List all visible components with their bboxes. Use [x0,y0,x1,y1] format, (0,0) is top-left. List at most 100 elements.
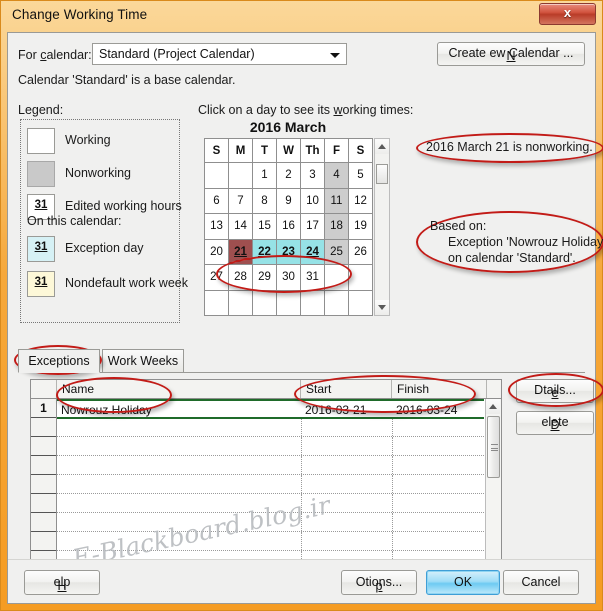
calendar-day-empty [348,264,373,291]
legend-item-label: Working [65,133,111,147]
calendar-day-13[interactable]: 13 [204,213,229,240]
calendar-day-30[interactable]: 30 [276,264,301,291]
for-calendar-label: For calendar: [18,48,92,62]
calendar-day-14[interactable]: 14 [228,213,253,240]
calendar-day-15[interactable]: 15 [252,213,277,240]
tab-work-weeks-label: Work Weeks [107,354,179,368]
legend-title: Legend: [18,103,64,117]
calendar-day-25[interactable]: 25 [324,238,349,265]
tab-work-weeks[interactable]: Work Weeks [102,349,184,373]
create-new-calendar-button[interactable]: Create New Calendar ... [437,42,585,66]
table-row-empty[interactable] [57,437,484,456]
table-row-empty[interactable] [57,475,484,494]
note2-line1: Based on: [430,219,487,233]
calendar-day-number: 21 [234,245,247,258]
day-number: 31 [34,276,48,288]
calendar-weekday-S: S [204,138,229,163]
calendar-day-17[interactable]: 17 [300,213,325,240]
calendar-day-18[interactable]: 18 [324,213,349,240]
calendar-day-11[interactable]: 11 [324,187,349,214]
column-divider [392,456,393,474]
calendar-panel: S M T W Th F S 1 2 3 4 5 6 7 8 9 10 11 12 13 14 15 16 17 18 19 20… [204,138,390,316]
column-divider [301,456,302,474]
row-number-cell[interactable] [31,494,56,513]
table-scroll-thumb[interactable] [487,416,500,478]
table-row-empty[interactable] [57,456,484,475]
calendar-day-21[interactable]: 21 [228,238,253,265]
cell-start[interactable]: 2016-03-21 [305,403,366,417]
calendar-day-10[interactable]: 10 [300,187,325,214]
calendar-body[interactable]: 1 2 3 4 5 6 7 8 9 10 11 12 13 14 15 16 17 18 19 20 21 22 23 24 2… [204,162,373,316]
tab-exceptions[interactable]: Exceptions [18,349,100,373]
row-number-cell[interactable] [31,532,56,551]
table-row-empty[interactable] [57,494,484,513]
scroll-thumb-grip-icon [491,444,498,451]
options-button[interactable]: Op tions... [341,570,417,595]
calendar-day-9[interactable]: 9 [276,187,301,214]
column-divider [301,437,302,455]
column-divider [392,418,393,436]
calendar-scroll-up-icon[interactable] [375,139,389,154]
calendar-day-20[interactable]: 20 [204,238,229,265]
row-number-cell[interactable]: 1 [31,399,56,418]
legend-item-label: Exception day [65,241,144,255]
row-number-cell[interactable] [31,456,56,475]
exceptions-table[interactable]: Name Start Finish 1 Nowrouz Holiday 2016… [30,379,502,589]
calendar-day-19[interactable]: 19 [348,213,373,240]
cell-finish[interactable]: 2016-03-24 [396,403,457,417]
ok-button[interactable]: OK [426,570,500,595]
column-header-rownum [31,380,57,398]
row-number-cell[interactable] [31,513,56,532]
calendar-day-16[interactable]: 16 [276,213,301,240]
details-button[interactable]: De tails... [516,379,594,403]
table-row-empty[interactable] [57,513,484,532]
help-button[interactable]: Help [24,570,100,595]
day-number: 31 [34,241,48,253]
table-row-empty[interactable] [57,532,484,551]
calendar-day-2[interactable]: 2 [276,162,301,189]
table-scroll-up-icon[interactable] [486,399,500,414]
nondefault-week-swatch: 31 [27,271,55,297]
row-number-cell[interactable] [31,437,56,456]
table-row-empty[interactable] [57,418,484,437]
calendar-scroll-down-icon[interactable] [375,300,389,315]
calendar-day-3[interactable]: 3 [300,162,325,189]
calendar-day-31[interactable]: 31 [300,264,325,291]
calendar-day-8[interactable]: 8 [252,187,277,214]
calendar-grid[interactable]: S M T W Th F S 1 2 3 4 5 6 7 8 9 10 11 12 13 14 15 16 17 18 19 20… [204,138,373,316]
column-divider [392,513,393,531]
calendar-month-title: 2016 March [249,119,327,135]
row-number-cell[interactable] [31,418,56,437]
column-header-start[interactable]: Start [301,380,392,398]
calendar-day-22[interactable]: 22 [252,238,277,265]
calendar-day-27[interactable]: 27 [204,264,229,291]
row-number-cell[interactable] [31,475,56,494]
column-header-name[interactable]: Name [57,380,301,398]
calendar-day-7[interactable]: 7 [228,187,253,214]
calendar-select[interactable]: Standard (Project Calendar) [92,43,347,65]
calendar-scrollbar[interactable] [374,138,390,316]
options-button-label: Op tions... [355,575,403,593]
table-scrollbar[interactable] [485,399,501,576]
column-header-finish[interactable]: Finish [392,380,487,398]
calendar-day-5[interactable]: 5 [348,162,373,189]
delete-button[interactable]: Delete [516,411,594,435]
table-row[interactable]: Nowrouz Holiday 2016-03-21 2016-03-24 [57,399,484,419]
calendar-day-6[interactable]: 6 [204,187,229,214]
exception-day-swatch: 31 [27,236,55,262]
day-number: 31 [34,199,48,211]
cancel-button[interactable]: Cancel [503,570,579,595]
calendar-day-1[interactable]: 1 [252,162,277,189]
calendar-day-4[interactable]: 4 [324,162,349,189]
calendar-day-24[interactable]: 24 [300,238,325,265]
details-button-label: De tails... [534,383,576,400]
calendar-day-12[interactable]: 12 [348,187,373,214]
close-button[interactable]: x [539,3,596,25]
calendar-day-empty [228,289,253,316]
cell-name[interactable]: Nowrouz Holiday [61,403,152,417]
calendar-day-29[interactable]: 29 [252,264,277,291]
calendar-day-28[interactable]: 28 [228,264,253,291]
calendar-scroll-thumb[interactable] [376,164,388,184]
calendar-day-26[interactable]: 26 [348,238,373,265]
calendar-day-23[interactable]: 23 [276,238,301,265]
